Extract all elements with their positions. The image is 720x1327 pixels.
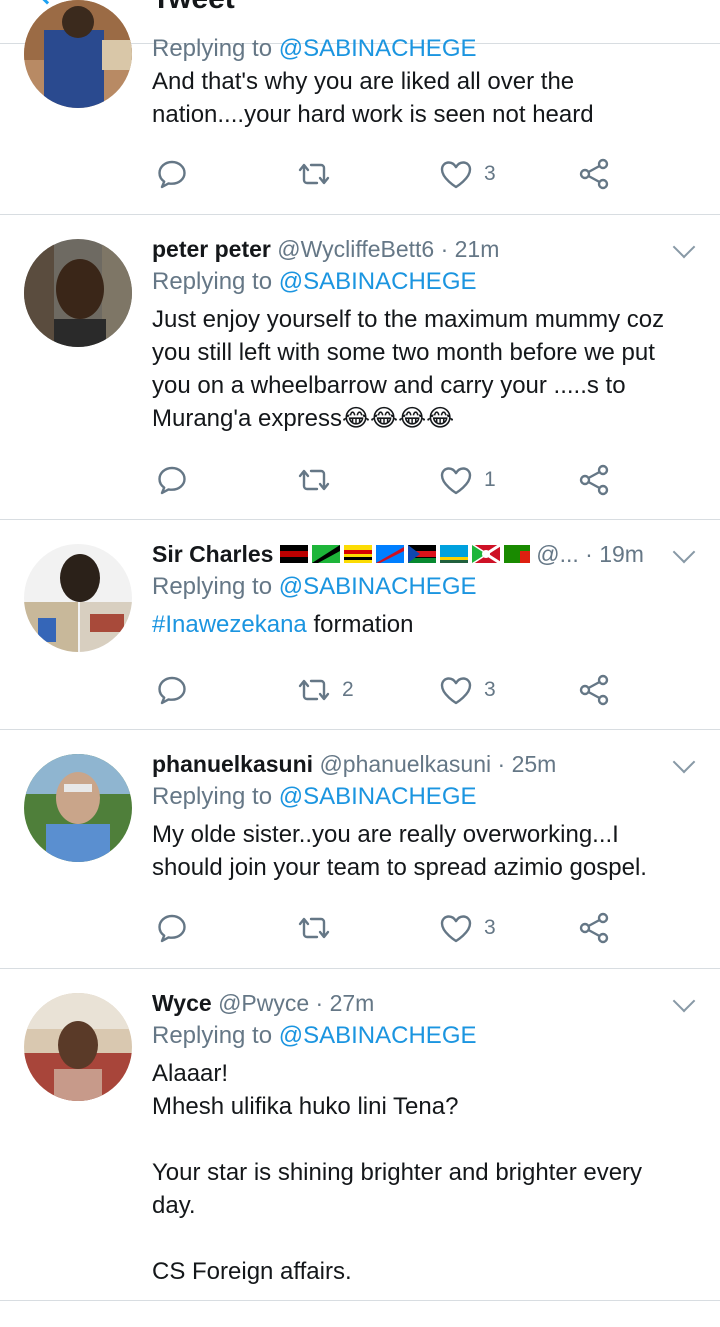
timestamp: · 19m: [585, 541, 644, 567]
mention-link[interactable]: @SABINACHEGE: [279, 1022, 477, 1049]
tweet-text: And that's why you are liked all over th…: [152, 68, 594, 128]
like-count: 3: [484, 916, 496, 939]
replying-to-label: Replying to: [152, 268, 273, 295]
avatar[interactable]: [24, 239, 132, 347]
reply-icon: [158, 914, 186, 943]
tweet-item[interactable]: Replying to @SABINACHEGE And that's why …: [0, 0, 720, 215]
like-count: 1: [484, 468, 496, 491]
heart-icon: [440, 467, 472, 495]
replying-to: Replying to @SABINACHEGE: [152, 265, 694, 298]
tweet-actions: 2 3: [152, 670, 632, 710]
heart-icon: [440, 677, 472, 705]
mention-link[interactable]: @SABINACHEGE: [279, 573, 477, 600]
tweet-item[interactable]: phanuelkasuni @phanuelkasuni · 25m Reply…: [0, 730, 720, 969]
replying-to: Replying to @SABINACHEGE: [152, 780, 694, 813]
reply-button[interactable]: [154, 154, 200, 194]
retweet-count: 2: [342, 678, 354, 701]
timestamp: · 27m: [315, 990, 375, 1016]
retweet-button[interactable]: 2: [296, 670, 354, 710]
tweet-text: Just enjoy yourself to the maximum mummy…: [152, 306, 665, 432]
avatar[interactable]: [24, 754, 132, 862]
country-flags-icon: [279, 543, 530, 565]
like-button[interactable]: 1: [438, 460, 496, 500]
reply-button[interactable]: [154, 460, 200, 500]
timestamp: · 21m: [440, 236, 500, 262]
mention-link[interactable]: @SABINACHEGE: [279, 268, 477, 295]
retweet-button[interactable]: [296, 460, 342, 500]
mention-link[interactable]: @SABINACHEGE: [279, 35, 477, 62]
like-count: 3: [484, 678, 496, 701]
share-icon: [579, 158, 609, 190]
display-name[interactable]: Sir Charles: [152, 541, 273, 567]
tweet-item[interactable]: peter peter @WycliffeBett6 · 21m Replyin…: [0, 215, 720, 520]
retweet-icon: [298, 679, 330, 701]
replying-to-label: Replying to: [152, 35, 273, 62]
tweet-item[interactable]: Sir Charles @... · 19m Replying to @SABI…: [0, 520, 720, 730]
reply-button[interactable]: [154, 670, 200, 710]
share-button[interactable]: [576, 670, 612, 710]
reply-button[interactable]: [154, 908, 200, 948]
retweet-icon: [298, 917, 330, 939]
retweet-icon: [298, 163, 330, 185]
replying-to-label: Replying to: [152, 573, 273, 600]
retweet-icon: [298, 469, 330, 491]
like-count: 3: [484, 162, 496, 185]
tweet-text: My olde sister..you are really overworki…: [152, 821, 647, 881]
display-name[interactable]: peter peter: [152, 236, 271, 262]
like-button[interactable]: 3: [438, 670, 496, 710]
display-name[interactable]: Wyce: [152, 990, 212, 1016]
avatar[interactable]: [24, 544, 132, 652]
timestamp: · 25m: [497, 751, 557, 777]
replying-to: Replying to @SABINACHEGE: [152, 570, 694, 603]
reply-icon: [158, 676, 186, 705]
heart-icon: [440, 161, 472, 189]
retweet-button[interactable]: [296, 154, 342, 194]
replying-to-label: Replying to: [152, 783, 273, 810]
reply-icon: [158, 466, 186, 495]
reply-icon: [158, 160, 186, 189]
display-name[interactable]: phanuelkasuni: [152, 751, 313, 777]
share-icon: [579, 912, 609, 944]
share-button[interactable]: [576, 460, 612, 500]
tweet-meta: Wyce @Pwyce · 27m: [152, 987, 694, 1019]
mention-link[interactable]: @SABINACHEGE: [279, 783, 477, 810]
like-button[interactable]: 3: [438, 908, 496, 948]
replying-to: Replying to @SABINACHEGE: [152, 1019, 694, 1052]
heart-icon: [440, 915, 472, 943]
tweet-item[interactable]: Wyce @Pwyce · 27m Replying to @SABINACHE…: [0, 969, 720, 1301]
tweet-text: Alaaar! Mhesh ulifika huko lini Tena? Yo…: [152, 1060, 643, 1285]
tweet-text-rest: formation: [306, 611, 414, 638]
share-button[interactable]: [576, 908, 612, 948]
avatar[interactable]: [24, 993, 132, 1101]
share-icon: [579, 674, 609, 706]
tweet-actions: 1: [152, 460, 632, 500]
avatar[interactable]: [24, 0, 132, 108]
tweet-text: #Inawezekana formation: [152, 608, 694, 641]
tweet-meta: phanuelkasuni @phanuelkasuni · 25m: [152, 748, 694, 780]
user-handle[interactable]: @...: [536, 541, 579, 567]
share-button[interactable]: [576, 154, 612, 194]
tweet-meta: Sir Charles @... · 19m: [152, 538, 694, 570]
retweet-button[interactable]: [296, 908, 342, 948]
user-handle[interactable]: @Pwyce: [218, 990, 309, 1016]
tweet-actions: 3: [152, 154, 632, 194]
tweet-meta: peter peter @WycliffeBett6 · 21m: [152, 233, 694, 265]
hashtag-link[interactable]: #Inawezekana: [152, 611, 307, 638]
replying-to-label: Replying to: [152, 1022, 273, 1049]
tweet-actions: 3: [152, 908, 632, 948]
like-button[interactable]: 3: [438, 154, 496, 194]
page-title: Tweet: [152, 0, 235, 16]
user-handle[interactable]: @phanuelkasuni: [319, 751, 491, 777]
replying-to: Replying to @SABINACHEGE: [152, 32, 694, 65]
user-handle[interactable]: @WycliffeBett6: [277, 236, 434, 262]
share-icon: [579, 464, 609, 496]
